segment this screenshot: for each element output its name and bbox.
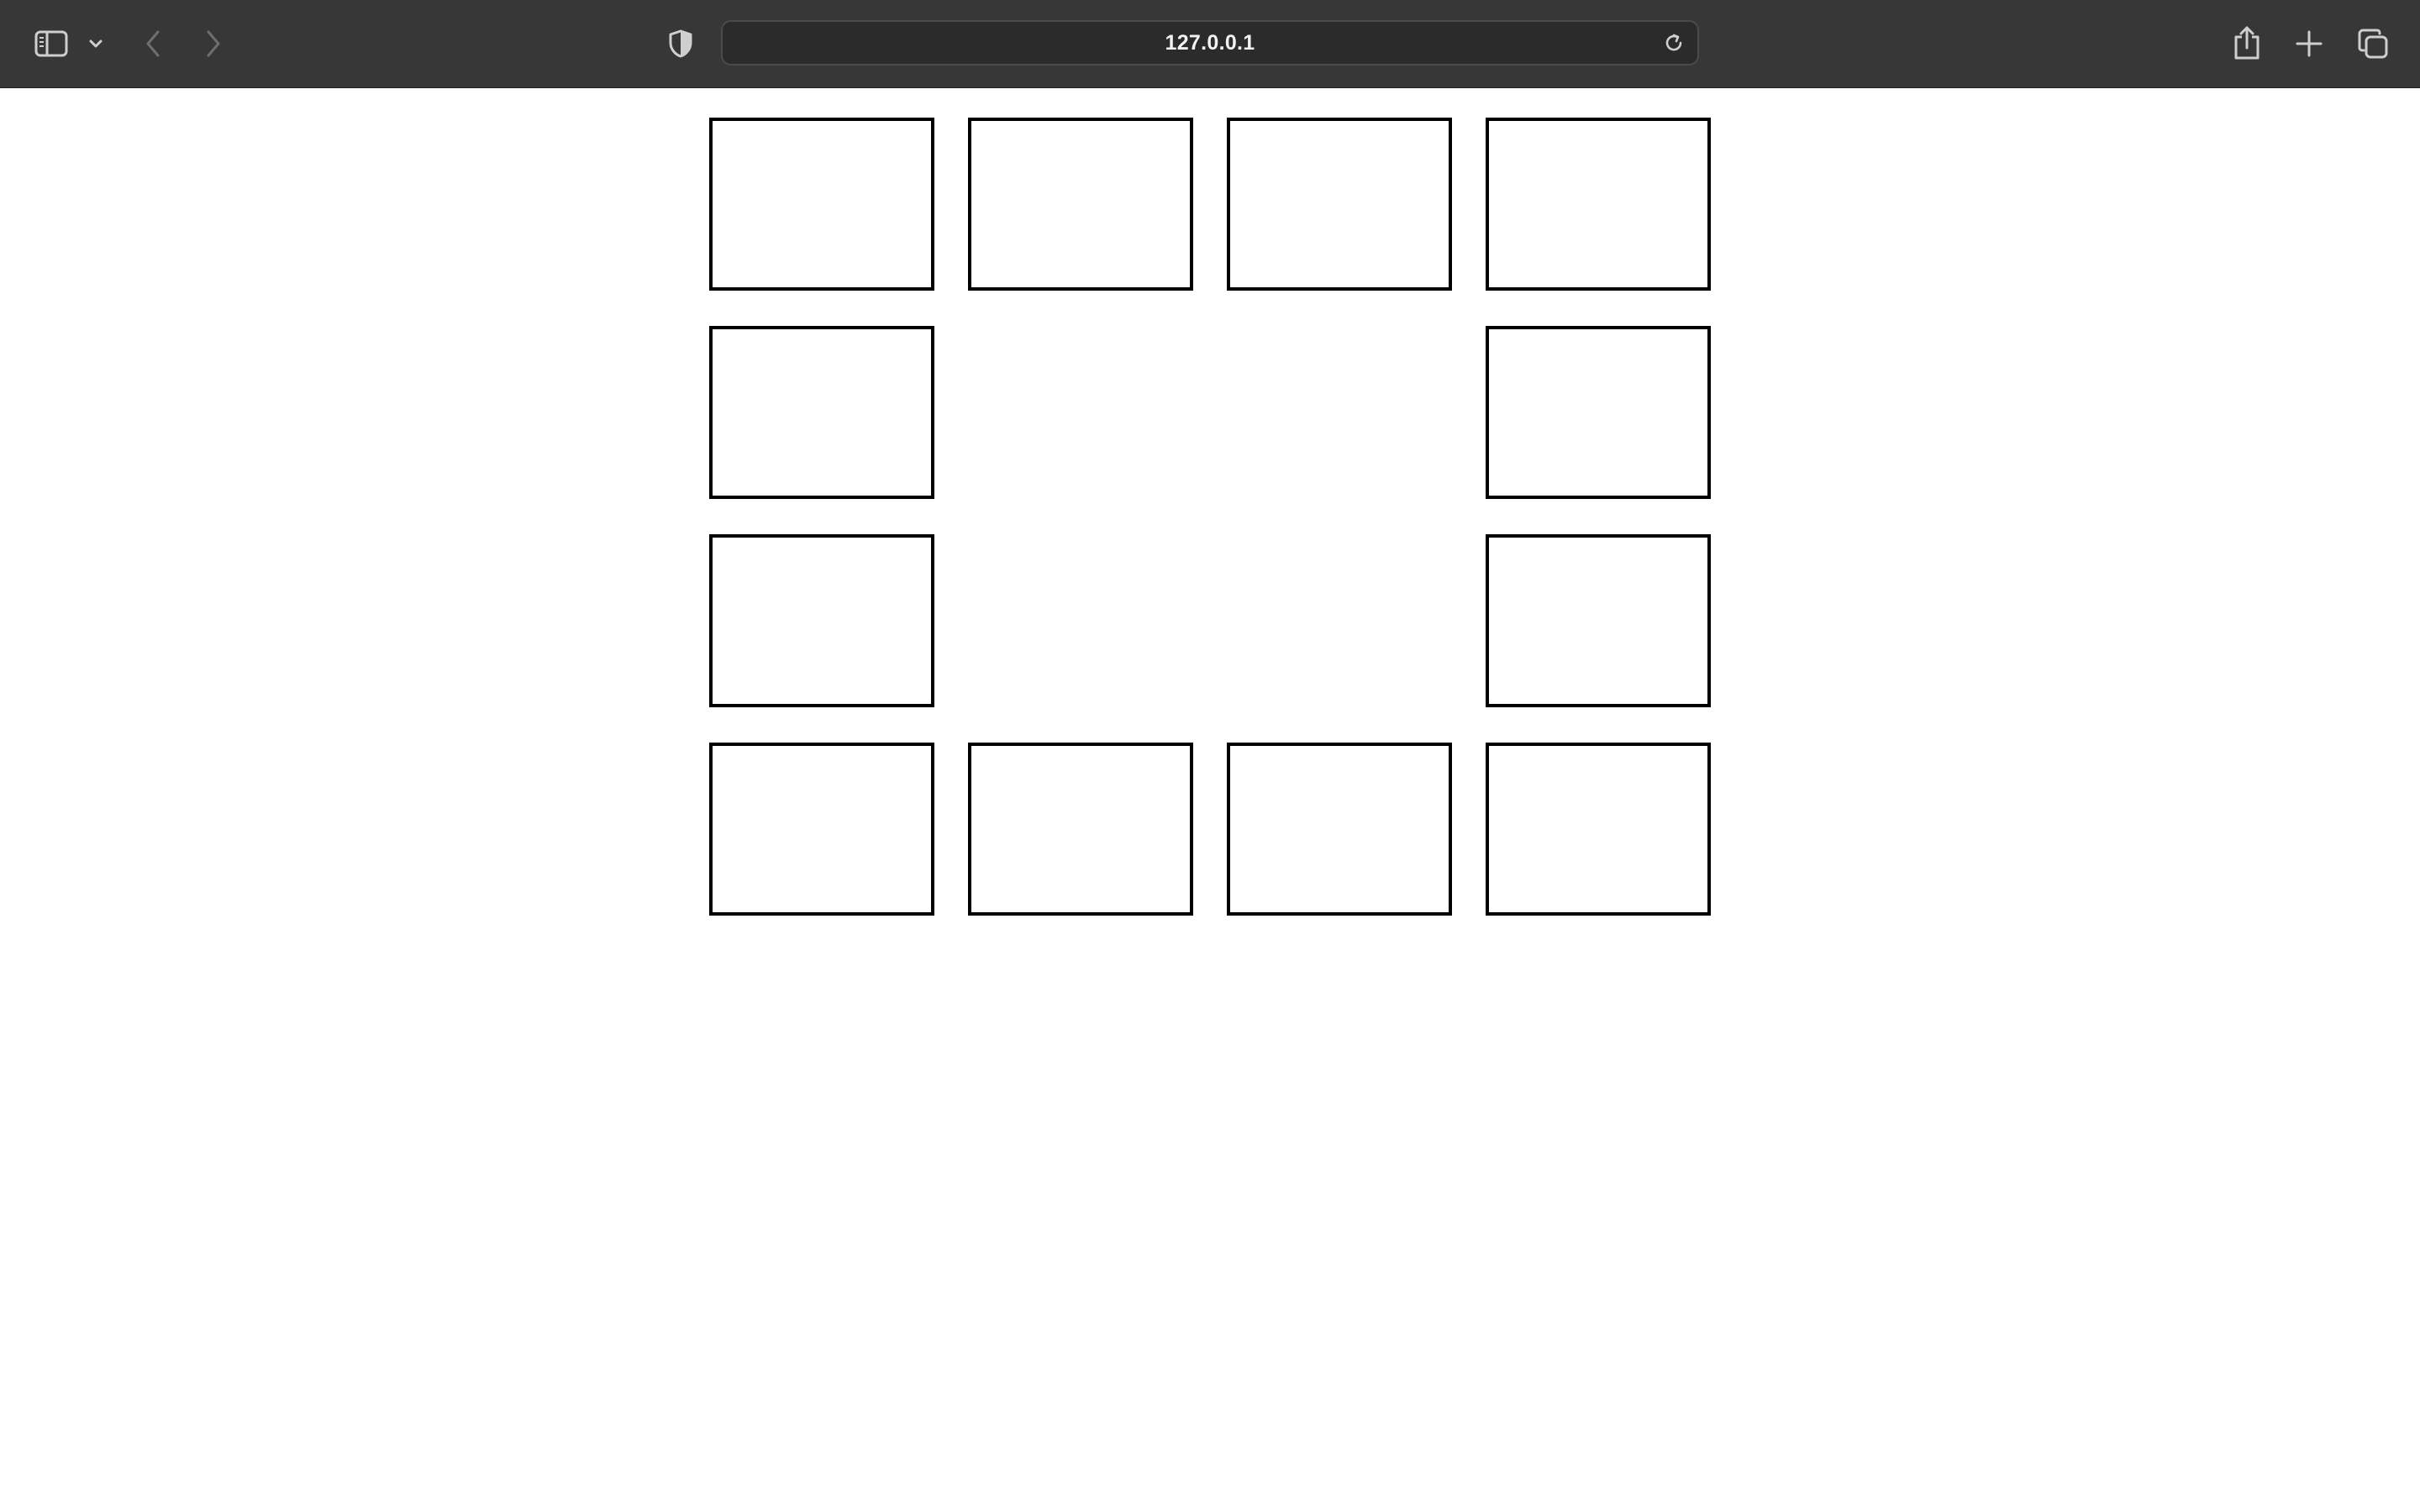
- address-text[interactable]: 127.0.0.1: [723, 22, 1697, 64]
- chevron-down-icon[interactable]: [84, 30, 108, 57]
- grid-gap: [968, 326, 1193, 499]
- address-bar[interactable]: 127.0.0.1: [721, 20, 1699, 66]
- reload-icon[interactable]: [1660, 29, 1687, 56]
- grid-box[interactable]: [1486, 534, 1711, 707]
- grid-gap: [1227, 326, 1452, 499]
- grid-box[interactable]: [968, 743, 1193, 916]
- shield-icon[interactable]: [664, 25, 697, 62]
- grid-box[interactable]: [709, 534, 934, 707]
- share-icon[interactable]: [2228, 22, 2265, 64]
- grid-box[interactable]: [709, 326, 934, 499]
- grid-box[interactable]: [709, 743, 934, 916]
- grid-box[interactable]: [968, 118, 1193, 291]
- grid-gap: [968, 534, 1193, 707]
- grid-gap: [1227, 534, 1452, 707]
- grid-box[interactable]: [709, 118, 934, 291]
- grid-box[interactable]: [1486, 743, 1711, 916]
- grid-box[interactable]: [1227, 743, 1452, 916]
- tabs-overview-icon[interactable]: [2353, 24, 2393, 64]
- grid-box[interactable]: [1227, 118, 1452, 291]
- chevron-left-icon[interactable]: [136, 25, 170, 62]
- box-grid: [709, 118, 1711, 916]
- grid-box[interactable]: [1486, 118, 1711, 291]
- plus-icon[interactable]: [2291, 24, 2328, 64]
- grid-box[interactable]: [1486, 326, 1711, 499]
- browser-toolbar: 127.0.0.1: [0, 0, 2420, 88]
- chevron-right-icon[interactable]: [197, 25, 230, 62]
- page-content: [0, 88, 2420, 1512]
- sidebar-icon[interactable]: [30, 25, 72, 62]
